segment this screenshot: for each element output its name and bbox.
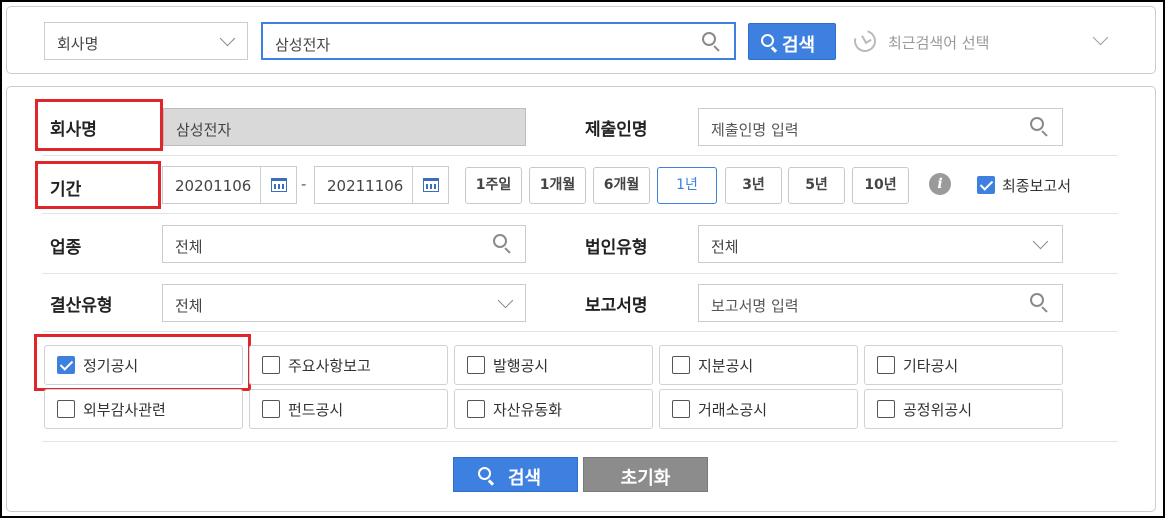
disclosure-type-label: 외부감사관련 (83, 401, 166, 419)
disclosure-checkbox[interactable] (672, 400, 690, 418)
corp-type-label: 법인유형 (585, 238, 648, 258)
submitter-input[interactable]: 제출인명 입력 (698, 108, 1063, 146)
industry-value: 전체 (175, 238, 203, 256)
preset-1week-button[interactable]: 1주일 (465, 167, 522, 204)
disclosure-type-label: 펀드공시 (288, 401, 344, 419)
chevron-down-icon (219, 30, 236, 47)
disclosure-checkbox[interactable] (262, 400, 280, 418)
fiscal-type-label: 결산유형 (50, 296, 113, 316)
row-divider (42, 155, 1118, 156)
final-report-checkbox[interactable] (977, 176, 995, 194)
report-name-input[interactable]: 보고서명 입력 (698, 284, 1063, 322)
disclosure-type-ftc[interactable]: 공정위공시 (864, 389, 1063, 429)
row-divider (42, 331, 1118, 332)
chevron-down-icon (1092, 29, 1109, 46)
disclosure-checkbox[interactable] (262, 356, 280, 374)
end-date-input[interactable]: 20211106 (314, 166, 449, 204)
industry-input[interactable]: 전체 (162, 225, 526, 263)
chevron-down-icon (497, 292, 514, 309)
start-date-input[interactable]: 20201106 (162, 166, 297, 204)
search-form-window: 회사명 삼성전자 검색 최근검색어 선택 회사명 삼성전자 제출인명 제출인명 … (2, 2, 1163, 516)
disclosure-checkbox[interactable] (57, 400, 75, 418)
disclosure-type-regular[interactable]: 정기공시 (44, 345, 243, 385)
disclosure-type-label: 공정위공시 (903, 401, 973, 419)
disclosure-checkbox[interactable] (877, 400, 895, 418)
history-clock-icon (849, 25, 881, 57)
reset-button-label: 초기화 (620, 468, 671, 489)
report-name-label: 보고서명 (585, 296, 648, 316)
company-name-value: 삼성전자 (176, 121, 232, 139)
search-icon[interactable] (1030, 117, 1050, 137)
preset-3year-button[interactable]: 3년 (725, 167, 782, 204)
submitter-label: 제출인명 (585, 120, 648, 140)
disclosure-type-equity[interactable]: 지분공시 (659, 345, 858, 385)
search-icon[interactable] (702, 32, 722, 52)
start-date-value: 20201106 (175, 177, 252, 195)
recent-search-select[interactable]: 최근검색어 선택 (849, 22, 1118, 60)
preset-1year-button[interactable]: 1년 (657, 167, 717, 204)
disclosure-checkbox[interactable] (467, 400, 485, 418)
disclosure-type-label: 기타공시 (903, 357, 959, 375)
search-icon (761, 34, 778, 53)
fiscal-type-select[interactable]: 전체 (162, 284, 526, 322)
disclosure-type-label: 발행공시 (493, 357, 549, 375)
submitter-placeholder: 제출인명 입력 (711, 121, 799, 139)
search-type-select[interactable]: 회사명 (44, 22, 248, 60)
disclosure-type-label: 주요사항보고 (288, 357, 371, 375)
row-divider (42, 213, 1118, 214)
company-name-field: 삼성전자 (163, 108, 526, 146)
company-search-input[interactable]: 삼성전자 (261, 22, 736, 60)
disclosure-type-major-report[interactable]: 주요사항보고 (249, 345, 448, 385)
search-icon (478, 467, 495, 486)
report-name-placeholder: 보고서명 입력 (711, 297, 799, 315)
search-icon[interactable] (1030, 293, 1050, 313)
reset-button[interactable]: 초기화 (583, 457, 708, 492)
period-label: 기간 (50, 180, 82, 200)
company-label: 회사명 (50, 120, 97, 140)
top-search-button[interactable]: 검색 (748, 23, 836, 60)
row-divider (42, 441, 1118, 442)
disclosure-type-exchange[interactable]: 거래소공시 (659, 389, 858, 429)
disclosure-type-external-audit[interactable]: 외부감사관련 (44, 389, 243, 429)
disclosure-checkbox[interactable] (877, 356, 895, 374)
search-type-value: 회사명 (57, 35, 99, 53)
disclosure-type-fund[interactable]: 펀드공시 (249, 389, 448, 429)
search-icon[interactable] (493, 234, 513, 254)
calendar-icon[interactable] (412, 167, 448, 203)
chevron-down-icon (1032, 233, 1049, 250)
preset-5year-button[interactable]: 5년 (788, 167, 845, 204)
disclosure-type-other[interactable]: 기타공시 (864, 345, 1063, 385)
end-date-value: 20211106 (327, 177, 404, 195)
disclosure-type-label: 자산유동화 (493, 401, 563, 419)
industry-label: 업종 (50, 238, 82, 258)
disclosure-type-securitization[interactable]: 자산유동화 (454, 389, 653, 429)
disclosure-checkbox[interactable] (467, 356, 485, 374)
info-icon[interactable]: i (929, 173, 951, 195)
corp-type-select[interactable]: 전체 (698, 225, 1063, 263)
disclosure-type-label: 정기공시 (83, 357, 139, 375)
preset-1month-button[interactable]: 1개월 (529, 167, 586, 204)
disclosure-type-issuance[interactable]: 발행공시 (454, 345, 653, 385)
preset-6month-button[interactable]: 6개월 (593, 167, 650, 204)
date-separator: - (301, 175, 307, 193)
row-divider (42, 273, 1118, 274)
disclosure-checkbox[interactable] (57, 356, 75, 374)
company-search-value: 삼성전자 (275, 36, 331, 54)
recent-search-label: 최근검색어 선택 (888, 34, 990, 52)
final-report-label: 최종보고서 (1002, 177, 1072, 195)
corp-type-value: 전체 (711, 238, 739, 256)
top-search-label: 검색 (782, 35, 816, 56)
search-button-label: 검색 (508, 468, 542, 489)
preset-10year-button[interactable]: 10년 (852, 167, 909, 204)
disclosure-type-label: 지분공시 (698, 357, 754, 375)
search-button[interactable]: 검색 (453, 457, 578, 492)
fiscal-type-value: 전체 (175, 297, 203, 315)
calendar-icon[interactable] (260, 167, 296, 203)
disclosure-checkbox[interactable] (672, 356, 690, 374)
disclosure-type-label: 거래소공시 (698, 401, 768, 419)
